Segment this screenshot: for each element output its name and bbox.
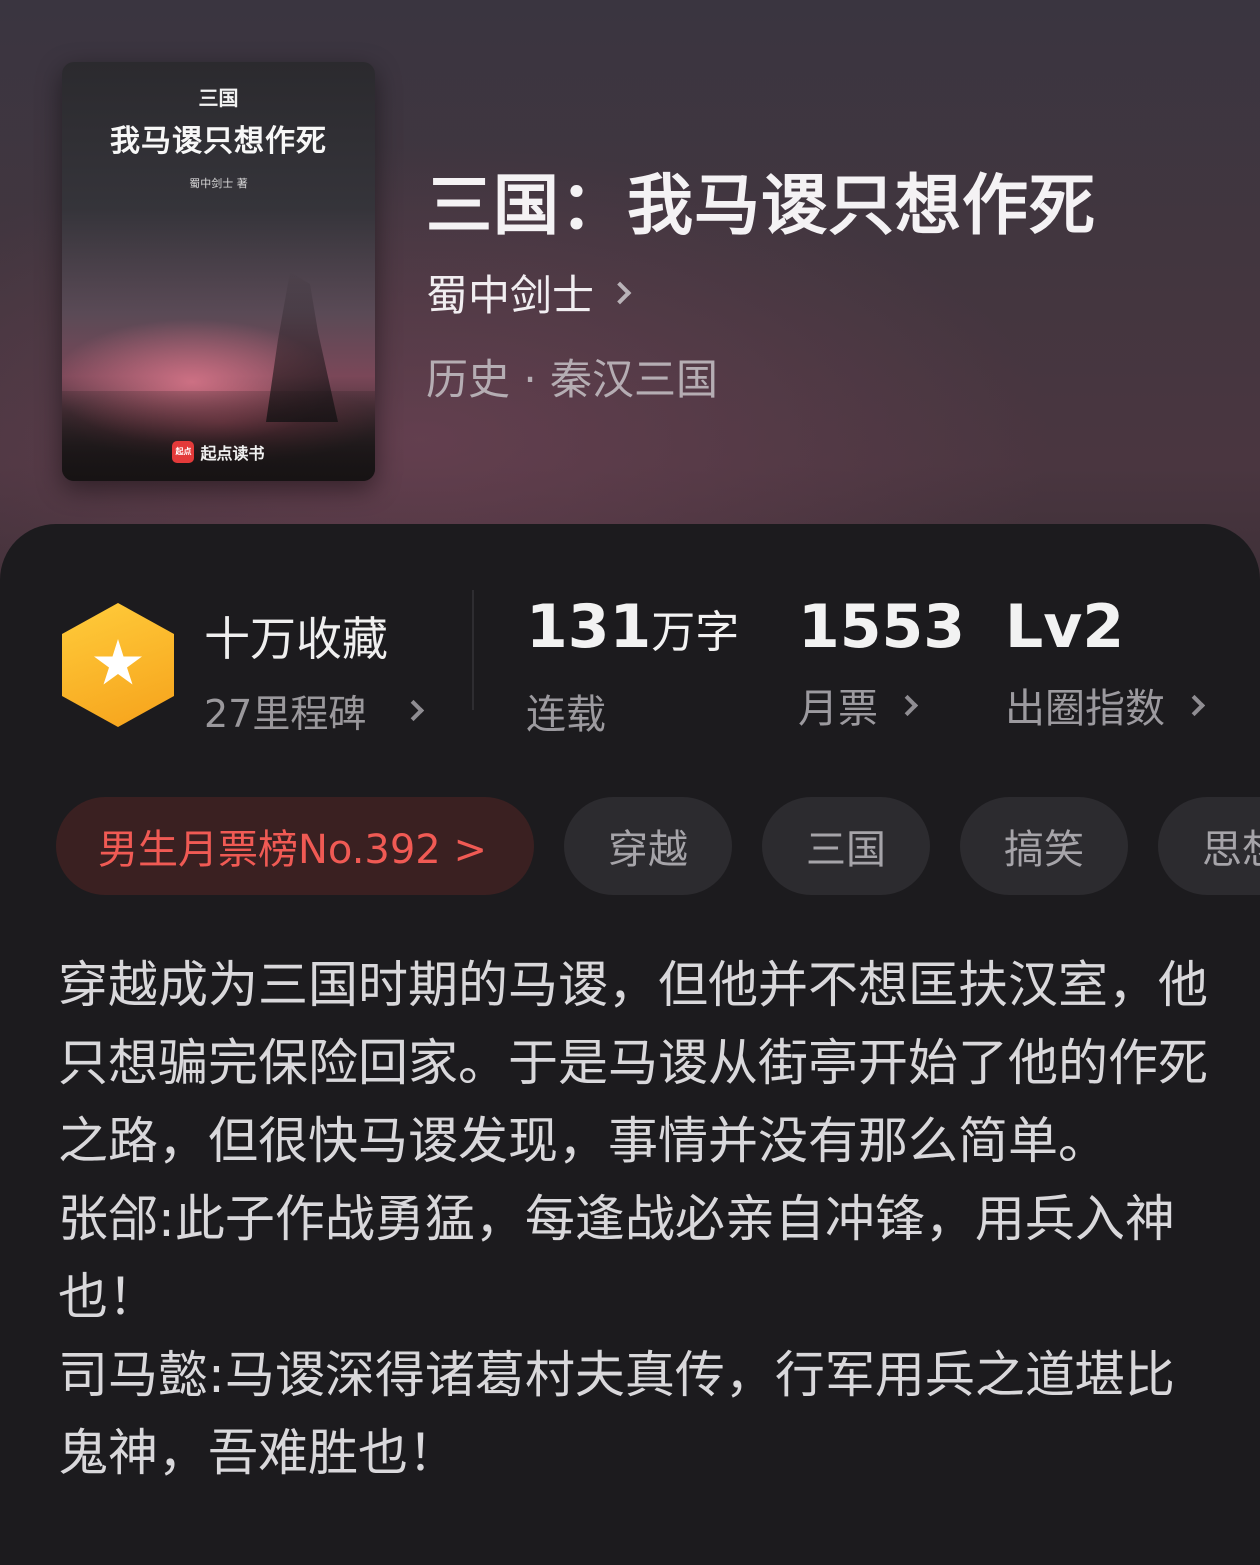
chevron-right-icon [403, 699, 425, 722]
stats-divider [472, 590, 474, 710]
publisher-name: 起点读书 [200, 444, 265, 463]
cover-publisher: 起点 起点读书 [62, 440, 375, 464]
book-detail-page: 三国 我马谡只想作死 蜀中剑士 著 起点 起点读书 三国：我马谡只想作死 蜀中剑… [0, 0, 1260, 1565]
tag-chip[interactable]: 穿越 [564, 797, 732, 895]
milestone-title: 十万收藏 [204, 612, 388, 666]
chevron-right-icon [896, 694, 919, 716]
monthly-tickets-label: 月票 [798, 686, 878, 732]
synopsis-paragraph: 穿越成为三国时期的马谡，但他并不想匡扶汉室，他只想骗完保险回家。于是马谡从街亭开… [58, 956, 1208, 1170]
word-count-value: 131 [526, 592, 652, 662]
monthly-tickets-value: 1553 [798, 592, 965, 662]
chevron-right-icon [608, 281, 632, 304]
milestone-card[interactable]: 十万收藏 27里程碑 [62, 603, 425, 736]
tag-chip[interactable]: 搞笑 [960, 797, 1128, 895]
cover-author: 蜀中剑士 著 [189, 177, 248, 190]
ranking-tag[interactable]: 男生月票榜No.392 > [56, 797, 534, 895]
author-link[interactable]: 蜀中剑士 [426, 262, 632, 323]
milestone-subtitle: 27里程碑 [204, 692, 367, 736]
book-title: 三国：我马谡只想作死 [426, 166, 1096, 244]
tag-row: 男生月票榜No.392 > 穿越 三国 搞笑 思想 [56, 797, 1260, 895]
chevron-right-icon [1183, 694, 1206, 716]
popularity-level-value: Lv2 [1005, 592, 1125, 662]
star-icon [94, 639, 142, 685]
book-category: 历史 · 秦汉三国 [426, 355, 719, 404]
stat-word-count: 131万字 连载 [526, 594, 739, 740]
stat-monthly-tickets[interactable]: 1553 月票 [798, 594, 965, 734]
serial-status: 连载 [526, 692, 606, 738]
cover-series: 三国 [198, 86, 239, 110]
author-name: 蜀中剑士 [426, 271, 595, 320]
cover-artwork-ground [62, 391, 375, 481]
synopsis-paragraph: 张郃:此子作战勇猛，每逢战必亲自冲锋，用兵入神也！ [58, 1190, 1175, 1326]
tag-chip[interactable]: 三国 [762, 797, 930, 895]
milestone-subtitle-row: 27里程碑 [204, 683, 464, 738]
popularity-index-label: 出圈指数 [1005, 686, 1165, 732]
book-cover[interactable]: 三国 我马谡只想作死 蜀中剑士 著 起点 起点读书 [62, 62, 375, 481]
milestone-text: 十万收藏 27里程碑 [204, 603, 464, 738]
tag-chip[interactable]: 思想 [1158, 797, 1260, 895]
book-synopsis[interactable]: 穿越成为三国时期的马谡，但他并不想匡扶汉室，他只想骗完保险回家。于是马谡从街亭开… [58, 946, 1208, 1492]
milestone-badge [62, 603, 174, 727]
stat-popularity-index[interactable]: Lv2 出圈指数 [1005, 592, 1206, 734]
synopsis-paragraph: 司马懿:马谡深得诸葛村夫真传，行军用兵之道堪比鬼神，吾难胜也！ [58, 1346, 1175, 1482]
cover-title: 我马谡只想作死 [110, 124, 327, 159]
word-count-unit: 万字 [651, 607, 740, 658]
publisher-logo-icon: 起点 [172, 441, 195, 463]
